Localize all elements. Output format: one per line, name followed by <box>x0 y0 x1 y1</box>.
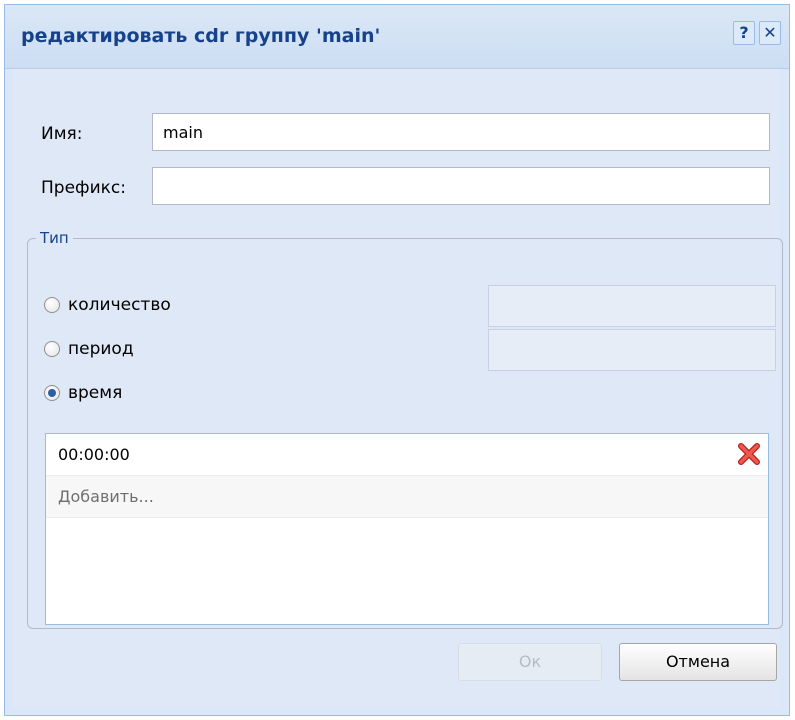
radio-time-label: время <box>68 383 123 403</box>
radio-period-label: период <box>68 339 134 359</box>
type-fieldset: Тип количество период время 00:00:00 Доб… <box>27 229 783 629</box>
add-time-label: Добавить... <box>58 487 154 506</box>
dialog-body: Имя: Префикс: Тип количество период врем… <box>13 69 783 709</box>
edit-cdr-group-dialog: редактировать cdr группу 'main' ? ✕ Имя:… <box>4 4 790 716</box>
time-list: 00:00:00 Добавить... <box>45 433 769 625</box>
time-list-item[interactable]: 00:00:00 <box>46 434 768 476</box>
period-input-disabled <box>488 329 776 371</box>
ok-button[interactable]: Ок <box>458 643 602 681</box>
help-icon[interactable]: ? <box>733 21 755 45</box>
name-label: Имя: <box>41 124 83 144</box>
radio-period[interactable]: период <box>44 337 134 361</box>
close-icon[interactable]: ✕ <box>759 21 781 45</box>
dialog-titlebar[interactable]: редактировать cdr группу 'main' ? ✕ <box>5 5 789 69</box>
radio-count-circle[interactable] <box>44 297 60 313</box>
radio-count[interactable]: количество <box>44 293 171 317</box>
prefix-label: Префикс: <box>41 178 126 198</box>
radio-count-label: количество <box>68 295 171 315</box>
type-legend: Тип <box>40 229 69 247</box>
prefix-input[interactable] <box>152 167 770 205</box>
dialog-title: редактировать cdr группу 'main' <box>21 25 381 47</box>
radio-time-circle[interactable] <box>44 385 60 401</box>
count-input-disabled <box>488 285 776 327</box>
add-time-row[interactable]: Добавить... <box>46 476 768 518</box>
time-value: 00:00:00 <box>58 445 130 464</box>
cancel-button[interactable]: Отмена <box>619 643 777 681</box>
name-input[interactable] <box>152 113 770 151</box>
radio-period-circle[interactable] <box>44 341 60 357</box>
radio-time[interactable]: время <box>44 381 122 405</box>
delete-icon[interactable] <box>736 441 762 467</box>
